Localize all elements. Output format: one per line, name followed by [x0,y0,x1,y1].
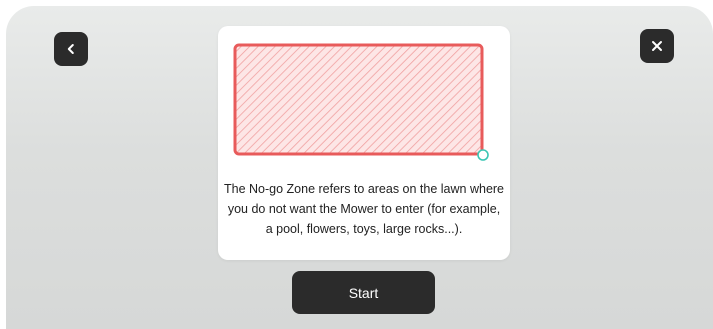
close-button[interactable] [640,29,674,63]
start-button[interactable]: Start [292,271,435,314]
resize-handle [477,149,489,161]
screen-frame: The No-go Zone refers to areas on the la… [6,6,713,329]
no-go-zone-description: The No-go Zone refers to areas on the la… [224,182,505,236]
no-go-zone-illustration [233,43,489,161]
info-card: The No-go Zone refers to areas on the la… [218,26,510,260]
chevron-left-icon [67,44,74,54]
close-icon [652,41,662,51]
back-button[interactable] [54,32,88,66]
no-go-zone-rectangle [233,43,484,156]
